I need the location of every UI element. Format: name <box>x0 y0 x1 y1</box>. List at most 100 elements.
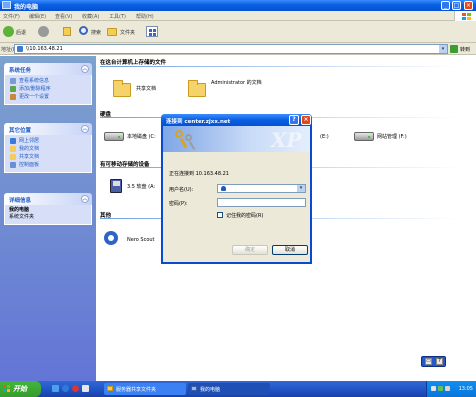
help-button[interactable]: ? <box>289 115 299 125</box>
minimize-button[interactable]: _ <box>441 1 450 10</box>
system-tasks-panel: 系统任务 ︽ 查看系统信息 添加/删除程序 更改一个设置 <box>4 63 92 105</box>
place-control-panel[interactable]: 控制面板 <box>9 161 87 169</box>
details-name: 我的电脑 <box>9 207 30 213</box>
connect-dialog: 连接到 center.zjxx.net ? × XP 正在连接到 10.163.… <box>161 114 312 264</box>
folders-icon[interactable] <box>107 28 117 36</box>
maximize-button[interactable]: □ <box>452 1 461 10</box>
tray-icon[interactable] <box>431 386 436 391</box>
quicklaunch-app-icon[interactable] <box>82 385 89 392</box>
place-network-neighborhood[interactable]: 网上邻居 <box>9 137 87 145</box>
quicklaunch-desktop-icon[interactable] <box>52 385 59 392</box>
password-field[interactable] <box>217 198 306 207</box>
views-icon[interactable] <box>146 26 158 37</box>
section-divider <box>100 66 460 67</box>
search-icon[interactable] <box>79 26 88 35</box>
nero-scout-icon[interactable] <box>103 230 119 246</box>
floppy-drive-icon[interactable] <box>110 179 122 193</box>
shared-documents-label[interactable]: 共享文档 <box>136 86 156 92</box>
menu-favorites[interactable]: 收藏(A) <box>82 13 99 20</box>
folder-icon <box>107 386 113 391</box>
details-title: 详细信息 <box>9 198 32 204</box>
shared-documents-folder-icon[interactable] <box>113 80 131 97</box>
network-drive-f-label[interactable]: 网站管理 (F:) <box>377 134 407 140</box>
cancel-button[interactable]: 取消 <box>272 245 308 255</box>
quicklaunch-media-icon[interactable] <box>72 385 79 392</box>
nero-scout-label[interactable]: Nero Scout <box>127 237 155 243</box>
my-computer-icon <box>191 386 197 391</box>
dialog-close-button[interactable]: × <box>301 115 311 125</box>
keyboard-icon[interactable]: ▭ <box>425 358 432 365</box>
search-button-label[interactable]: 搜索 <box>91 29 101 36</box>
dropdown-arrow-icon[interactable]: ▾ <box>297 185 305 192</box>
details-panel: 详细信息 ︽ 我的电脑 系统文件夹 <box>4 193 92 225</box>
remember-password-checkbox[interactable] <box>217 212 223 218</box>
details-header[interactable]: 详细信息 ︽ <box>4 193 92 205</box>
collapse-icon[interactable]: ︽ <box>81 125 89 133</box>
user-icon <box>221 186 226 191</box>
system-tasks-header[interactable]: 系统任务 ︽ <box>4 63 92 75</box>
window-title-bar[interactable]: 我的电脑 _ □ × <box>0 0 476 11</box>
floppy-drive-label[interactable]: 3.5 软盘 (A: <box>127 184 155 190</box>
system-tasks-title: 系统任务 <box>9 68 32 74</box>
drive-e-label[interactable]: (E:) <box>320 134 329 140</box>
dialog-title-bar[interactable]: 连接到 center.zjxx.net ? × <box>161 114 312 126</box>
place-shared-documents[interactable]: 共享文档 <box>9 153 87 161</box>
menu-edit[interactable]: 编辑(E) <box>29 13 46 20</box>
volume-icon[interactable] <box>445 386 450 391</box>
admin-documents-label[interactable]: Administrator 的文档 <box>211 80 271 86</box>
menu-help[interactable]: 帮助(H) <box>136 13 154 20</box>
task-change-setting[interactable]: 更改一个设置 <box>9 93 87 101</box>
network-drive-f-icon[interactable] <box>354 132 374 141</box>
mini-window-widget[interactable]: ▭ ? <box>421 356 446 367</box>
menu-bar: 文件(F) 编辑(E) 查看(V) 收藏(A) 工具(T) 帮助(H) <box>0 11 476 21</box>
key-icon <box>185 134 192 141</box>
tray-icon[interactable] <box>438 386 443 391</box>
local-disk-c-label[interactable]: 本地磁盘 (C: <box>127 134 156 140</box>
system-info-icon <box>10 78 16 84</box>
banner-xp-logo: XP <box>271 128 302 152</box>
details-type: 系统文件夹 <box>9 214 35 220</box>
network-folder-icon <box>17 46 23 52</box>
other-places-panel: 其它位置 ︽ 网上邻居 我的文档 共享文档 控制面板 <box>4 123 92 173</box>
start-button[interactable]: 开始 <box>0 381 41 397</box>
collapse-icon[interactable]: ︽ <box>81 65 89 73</box>
menu-file[interactable]: 文件(F) <box>3 13 20 20</box>
menu-tools[interactable]: 工具(T) <box>109 13 126 20</box>
quicklaunch-ie-icon[interactable] <box>62 385 69 392</box>
settings-icon <box>10 94 16 100</box>
up-folder-icon[interactable] <box>63 27 71 36</box>
local-disk-c-icon[interactable] <box>104 132 124 141</box>
taskbar: 开始 服务器共享文件夹 我的电脑 13:05 <box>0 381 476 397</box>
network-icon <box>10 138 16 144</box>
back-button-label[interactable]: 后退 <box>16 29 26 36</box>
taskbar-item-shared-folder[interactable]: 服务器共享文件夹 <box>104 383 186 395</box>
folders-button-label[interactable]: 文件夹 <box>120 29 135 36</box>
other-places-title: 其它位置 <box>9 128 32 134</box>
task-view-system-info[interactable]: 查看系统信息 <box>9 77 87 85</box>
address-dropdown-icon[interactable]: ▾ <box>439 45 447 53</box>
forward-arrow-icon[interactable] <box>38 26 49 37</box>
collapse-icon[interactable]: ︽ <box>81 195 89 203</box>
other-places-header[interactable]: 其它位置 ︽ <box>4 123 92 135</box>
folder-icon <box>10 154 16 160</box>
close-button[interactable]: × <box>464 1 473 10</box>
ok-button[interactable]: 确定 <box>232 245 268 255</box>
remember-password-label[interactable]: 记住我的密码(R) <box>226 212 263 219</box>
place-my-documents[interactable]: 我的文档 <box>9 145 87 153</box>
back-arrow-icon[interactable] <box>3 26 14 37</box>
toolbar: 后退 搜索 文件夹 <box>0 21 476 43</box>
address-value[interactable]: \\10.163.48.21 <box>26 46 63 52</box>
window-title: 我的电脑 <box>14 4 39 11</box>
go-arrow-icon[interactable] <box>450 45 458 53</box>
clock[interactable]: 13:05 <box>459 386 473 392</box>
help-icon[interactable]: ? <box>436 358 443 365</box>
taskbar-item-my-computer[interactable]: 我的电脑 <box>188 383 270 395</box>
username-combobox[interactable]: ▾ <box>217 184 306 193</box>
menu-view[interactable]: 查看(V) <box>55 13 72 20</box>
address-input[interactable]: \\10.163.48.21 ▾ <box>14 44 448 54</box>
start-label: 开始 <box>13 385 27 393</box>
task-add-remove-programs[interactable]: 添加/删除程序 <box>9 85 87 93</box>
go-button-label[interactable]: 转到 <box>460 46 470 53</box>
my-computer-icon <box>2 1 11 9</box>
admin-documents-folder-icon[interactable] <box>188 80 206 97</box>
